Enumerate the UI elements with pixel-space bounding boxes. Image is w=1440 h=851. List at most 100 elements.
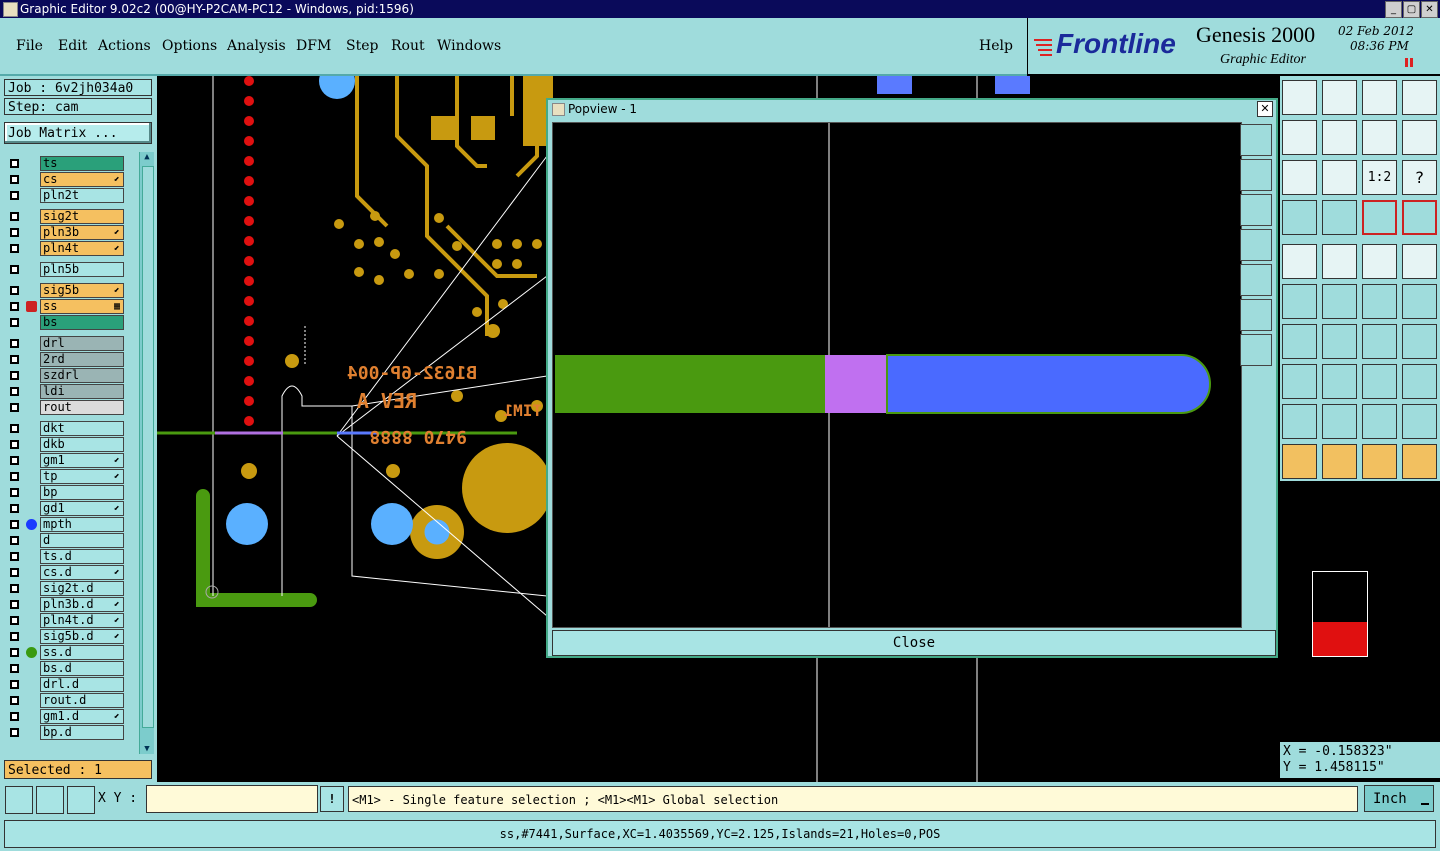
settings-icon[interactable] xyxy=(1282,200,1317,235)
layer-row-ldi[interactable]: ldi xyxy=(6,384,124,399)
rotate-icon[interactable] xyxy=(1362,324,1397,359)
layer-checkbox[interactable] xyxy=(10,403,19,412)
layer-row-pln2t[interactable]: pln2t xyxy=(6,188,124,203)
zoom-out-icon[interactable] xyxy=(36,786,64,814)
grid-icon[interactable] xyxy=(1322,200,1357,235)
layer-name[interactable]: szdrl xyxy=(40,368,124,383)
layer-row-sig2t[interactable]: sig2t xyxy=(6,209,124,224)
layer-name[interactable]: gm1 ⬋ xyxy=(40,453,124,468)
layer-name[interactable]: cs ⬋ xyxy=(40,172,124,187)
layer-row-pln4t[interactable]: pln4t ⬋ xyxy=(6,241,124,256)
menu-analysis[interactable]: Analysis xyxy=(227,38,286,54)
home-icon[interactable] xyxy=(1362,80,1397,115)
popview-tool-2[interactable] xyxy=(1240,159,1272,191)
layer-checkbox[interactable] xyxy=(10,456,19,465)
layer-row-rout-d[interactable]: rout.d xyxy=(6,693,124,708)
layer-row-szdrl[interactable]: szdrl xyxy=(6,368,124,383)
layer-checkbox[interactable] xyxy=(10,387,19,396)
zoom-1-2-icon[interactable]: 1:2 xyxy=(1362,160,1397,195)
window-split-icon[interactable] xyxy=(1402,80,1437,115)
arc-alt-icon[interactable] xyxy=(1402,404,1437,439)
select-pointer-icon[interactable] xyxy=(1282,444,1317,479)
zoom-in-icon[interactable] xyxy=(5,786,33,814)
layer-name[interactable]: 2rd xyxy=(40,352,124,367)
layer-checkbox[interactable] xyxy=(10,520,19,529)
layer-checkbox[interactable] xyxy=(10,504,19,513)
layer-checkbox[interactable] xyxy=(10,424,19,433)
layer-row-gm1-d[interactable]: gm1.d ⬋ xyxy=(6,709,124,724)
undo-zoom-icon[interactable] xyxy=(1362,120,1397,155)
layer-name[interactable]: sig5b ⬋ xyxy=(40,283,124,298)
line-point-alt-icon[interactable] xyxy=(1402,284,1437,319)
layer-row-mpth[interactable]: mpth xyxy=(6,517,124,532)
popview-close-button[interactable]: Close xyxy=(552,630,1276,656)
menu-dfm[interactable]: DFM xyxy=(296,38,331,54)
layer-row-bp-d[interactable]: bp.d xyxy=(6,725,124,740)
scroll-down-icon[interactable]: ▼ xyxy=(141,744,153,754)
popview-tool-6[interactable] xyxy=(1240,299,1272,331)
layer-checkbox[interactable] xyxy=(10,616,19,625)
layer-name[interactable]: sig5b.d ⬋ xyxy=(40,629,124,644)
layer-name[interactable]: pln5b xyxy=(40,262,124,277)
connect-icon[interactable] xyxy=(1282,284,1317,319)
layer-checkbox[interactable] xyxy=(10,568,19,577)
pause-icon[interactable] xyxy=(1405,58,1413,67)
popview-canvas[interactable] xyxy=(552,122,1242,628)
layer-row-ts-d[interactable]: ts.d xyxy=(6,549,124,564)
popview-tool-3[interactable] xyxy=(1240,194,1272,226)
minimize-button[interactable]: _ xyxy=(1385,1,1402,18)
layer-row-drl-d[interactable]: drl.d xyxy=(6,677,124,692)
layer-checkbox[interactable] xyxy=(10,728,19,737)
popview-close-icon[interactable]: ✕ xyxy=(1257,101,1273,117)
layer-name[interactable]: rout.d xyxy=(40,693,124,708)
layer-checkbox[interactable] xyxy=(10,440,19,449)
triangle-icon[interactable] xyxy=(1282,404,1317,439)
menu-edit[interactable]: Edit xyxy=(58,38,87,54)
alert-icon[interactable]: ! xyxy=(320,786,344,812)
layer-checkbox[interactable] xyxy=(10,191,19,200)
layer-checkbox[interactable] xyxy=(10,286,19,295)
circle-icon[interactable] xyxy=(1402,244,1437,279)
layer-checkbox[interactable] xyxy=(10,318,19,327)
overview-map[interactable] xyxy=(1312,571,1368,657)
menu-options[interactable]: Options xyxy=(162,38,217,54)
layer-name[interactable]: ss.d xyxy=(40,645,124,660)
job-matrix-button[interactable]: Job Matrix ... xyxy=(4,122,152,144)
layer-row-dkt[interactable]: dkt xyxy=(6,421,124,436)
menu-help[interactable]: Help xyxy=(979,38,1013,54)
layer-name[interactable]: ts xyxy=(40,156,124,171)
menu-step[interactable]: Step xyxy=(346,38,378,54)
cross-icon[interactable] xyxy=(1322,284,1357,319)
layer-checkbox[interactable] xyxy=(10,371,19,380)
layer-name[interactable]: dkb xyxy=(40,437,124,452)
menu-file[interactable]: File xyxy=(16,38,43,54)
measure-icon[interactable] xyxy=(1362,244,1397,279)
layer-row-cs-d[interactable]: cs.d ⬋ xyxy=(6,565,124,580)
close-window-button[interactable]: ✕ xyxy=(1421,1,1438,18)
popview-tool-1[interactable] xyxy=(1240,124,1272,156)
pan-right-icon[interactable] xyxy=(1322,120,1357,155)
add-pad-icon[interactable] xyxy=(1282,244,1317,279)
layer-checkbox[interactable] xyxy=(10,664,19,673)
layer-row-pln5b[interactable]: pln5b xyxy=(6,262,124,277)
pan-left-icon[interactable] xyxy=(1282,120,1317,155)
layer-name[interactable]: sig2t xyxy=(40,209,124,224)
line-ref-icon[interactable] xyxy=(1322,364,1357,399)
layer-checkbox[interactable] xyxy=(10,355,19,364)
layer-name[interactable]: bs.d xyxy=(40,661,124,676)
layer-checkbox[interactable] xyxy=(10,302,19,311)
scroll-thumb[interactable] xyxy=(142,166,154,728)
layer-row-pln3b[interactable]: pln3b ⬋ xyxy=(6,225,124,240)
units-selector[interactable]: Inch xyxy=(1364,785,1434,812)
pad-group-icon[interactable] xyxy=(1402,364,1437,399)
layer-row-ss-d[interactable]: ss.d xyxy=(6,645,124,660)
triangle-alt-icon[interactable] xyxy=(1322,404,1357,439)
layer-name[interactable]: pln4t ⬋ xyxy=(40,241,124,256)
layer-checkbox[interactable] xyxy=(10,536,19,545)
layer-name[interactable]: ldi xyxy=(40,384,124,399)
layer-name[interactable]: drl xyxy=(40,336,124,351)
layer-checkbox[interactable] xyxy=(10,175,19,184)
layer-name[interactable]: rout xyxy=(40,400,124,415)
layer-row-cs[interactable]: cs ⬋ xyxy=(6,172,124,187)
layer-name[interactable]: drl.d xyxy=(40,677,124,692)
